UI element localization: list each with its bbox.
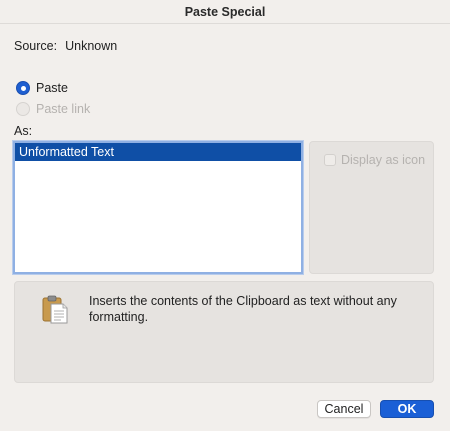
dialog-title: Paste Special (184, 4, 266, 19)
display-as-icon-panel: Display as icon (309, 141, 434, 274)
paste-radio-button[interactable] (16, 81, 30, 95)
source-value: Unknown (65, 39, 118, 53)
format-listbox[interactable]: Unformatted Text (13, 141, 303, 274)
display-as-icon-checkbox (324, 154, 336, 166)
display-as-icon-label: Display as icon (341, 153, 426, 167)
source-label: Source: (14, 39, 58, 53)
clipboard-paste-icon (42, 294, 68, 324)
display-as-icon-option: Display as icon (324, 153, 425, 167)
paste-link-radio-option: Paste link (16, 102, 90, 116)
result-description-text: Inserts the contents of the Clipboard as… (89, 294, 397, 324)
paste-radio-label[interactable]: Paste (36, 81, 68, 95)
paste-radio-option[interactable]: Paste (16, 81, 68, 95)
paste-special-dialog: Paste Special Source: Unknown Paste Past… (0, 0, 450, 431)
source-row: Source: Unknown (14, 39, 117, 53)
paste-link-radio-label: Paste link (36, 102, 91, 116)
title-bar: Paste Special (0, 0, 450, 24)
as-label: As: (14, 124, 33, 138)
paste-link-radio-button (16, 102, 30, 116)
format-list-item[interactable]: Unformatted Text (15, 143, 301, 161)
ok-button[interactable]: OK (380, 400, 434, 418)
cancel-button[interactable]: Cancel (317, 400, 371, 418)
result-description-panel: Inserts the contents of the Clipboard as… (14, 281, 434, 383)
